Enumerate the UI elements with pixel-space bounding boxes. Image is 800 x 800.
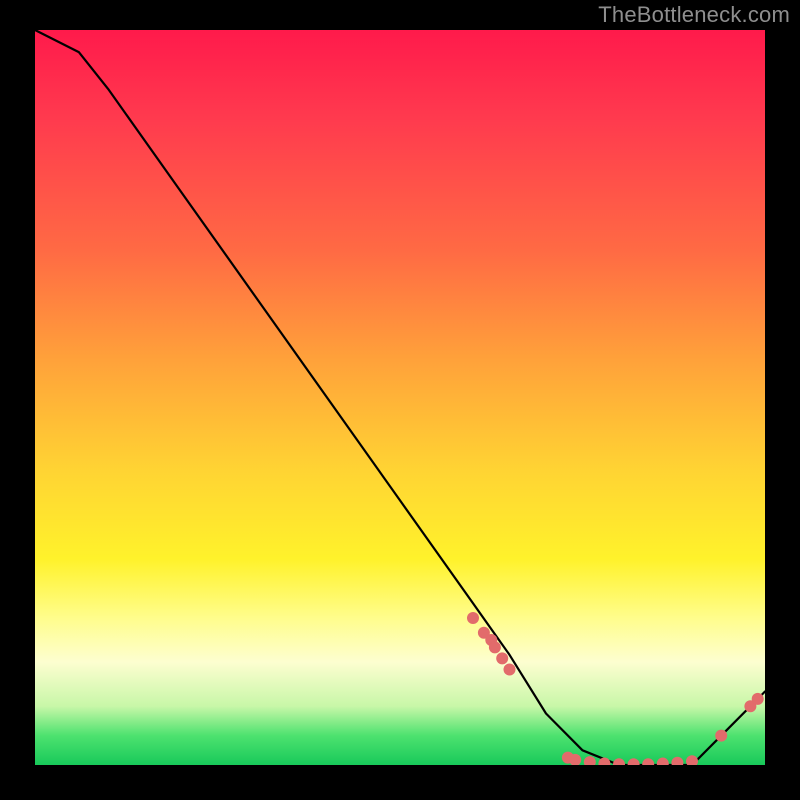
data-point (613, 758, 625, 765)
data-point (496, 652, 508, 664)
data-point (504, 664, 516, 676)
attribution-label: TheBottleneck.com (598, 2, 790, 28)
bottleneck-curve (35, 30, 765, 765)
marker-group (467, 612, 764, 765)
data-point (489, 641, 501, 653)
data-point (752, 693, 764, 705)
data-point (628, 758, 640, 765)
data-point (686, 755, 698, 765)
data-point (715, 730, 727, 742)
plot-area (35, 30, 765, 765)
data-point (584, 756, 596, 765)
chart-frame: TheBottleneck.com (0, 0, 800, 800)
data-point (657, 758, 669, 766)
data-point (598, 758, 610, 766)
data-point (467, 612, 479, 624)
data-point (671, 757, 683, 765)
data-point (642, 758, 654, 765)
chart-overlay (35, 30, 765, 765)
